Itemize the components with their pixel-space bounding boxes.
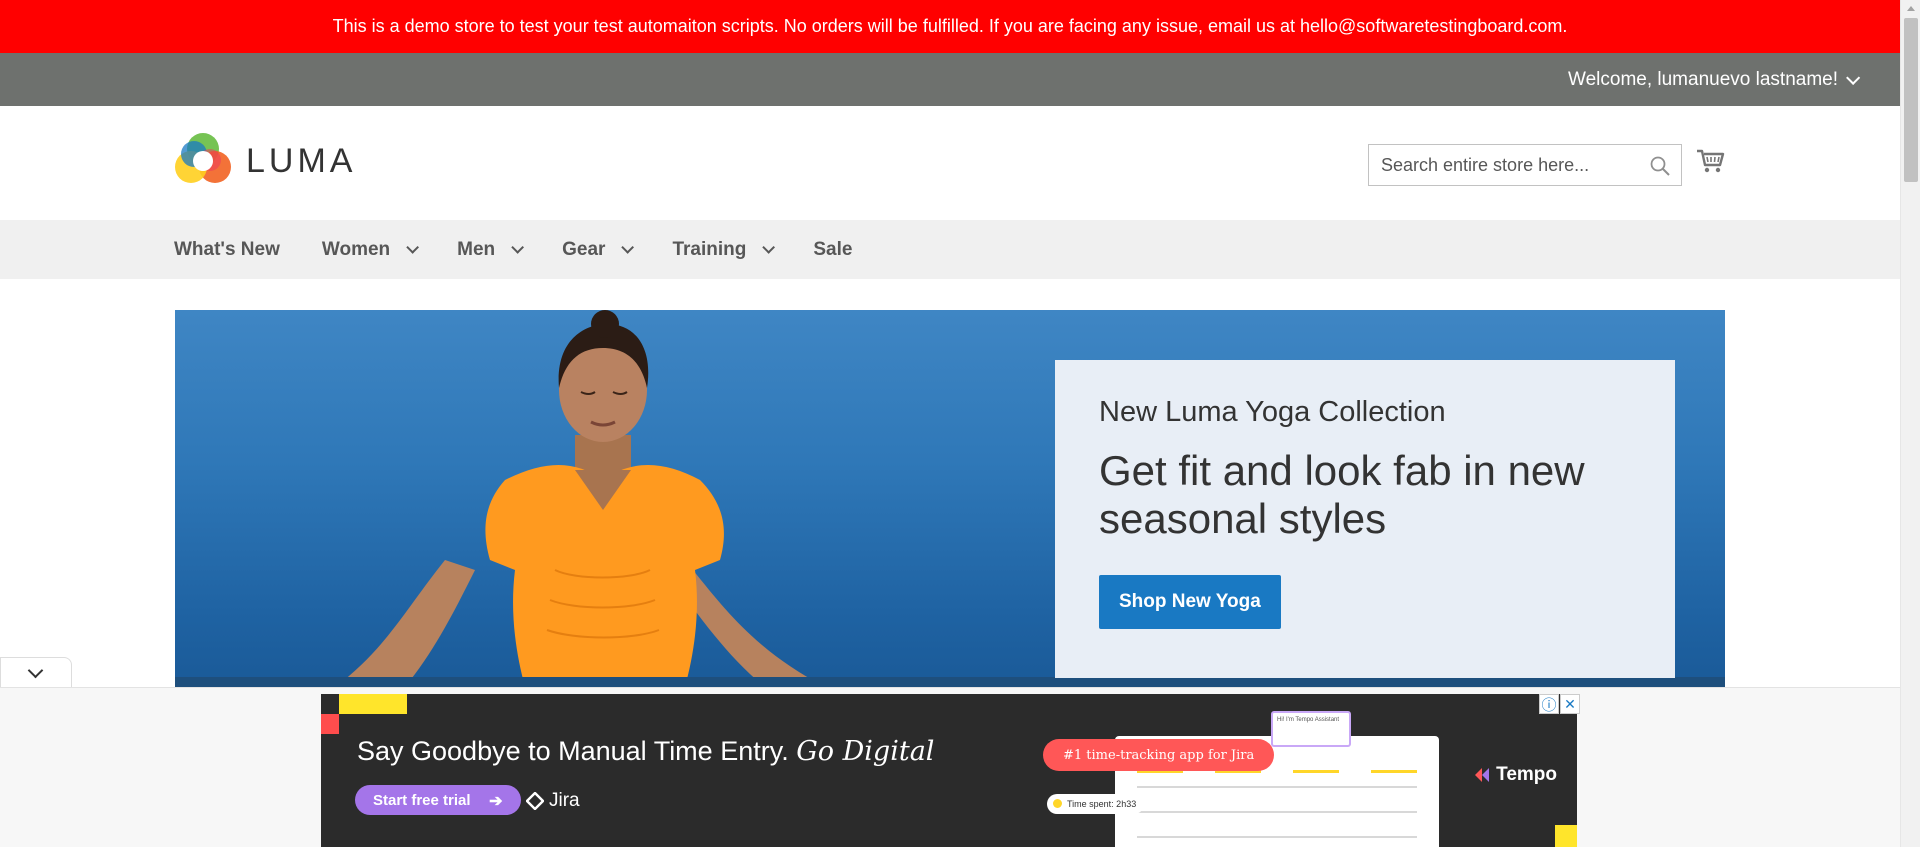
nav-item-men[interactable]: Men: [457, 238, 525, 261]
nav-label: Sale: [813, 238, 853, 260]
ad-popup-text: Hi! I'm Tempo Assistant: [1277, 717, 1340, 723]
page-scrollbar[interactable]: [1900, 0, 1920, 847]
ad-decoration: [1555, 825, 1577, 847]
chevron-down-icon: [406, 241, 420, 254]
yoga-model-image: [335, 310, 825, 687]
nav-item-training[interactable]: Training: [672, 238, 776, 261]
nav-list: What's New Women Men Gear Training Sale: [174, 220, 894, 279]
panel-header: Welcome, lumanuevo lastname!: [0, 53, 1900, 106]
jira-logo: Jira: [526, 790, 580, 812]
chevron-down-icon: [621, 241, 635, 254]
search-input[interactable]: [1369, 154, 1639, 176]
main-navigation: What's New Women Men Gear Training Sale: [0, 220, 1900, 279]
nav-label: Men: [457, 238, 496, 260]
nav-label: Training: [672, 238, 747, 260]
hero-subtitle: New Luma Yoga Collection: [1099, 396, 1446, 428]
ad-screen-row: [1137, 786, 1417, 788]
scroll-up-arrow-icon[interactable]: [1901, 0, 1920, 16]
ad-info-icon[interactable]: ⓘ: [1539, 694, 1559, 714]
ad-headline-text: Say Goodbye to Manual Time Entry.: [357, 736, 789, 766]
jira-icon: [526, 792, 544, 810]
search-box: [1368, 144, 1682, 186]
tempo-text: Tempo: [1496, 764, 1557, 785]
ad-assistant-popup: Hi! I'm Tempo Assistant: [1271, 711, 1351, 747]
ad-collapse-toggle[interactable]: [0, 657, 72, 687]
jira-text: Jira: [549, 790, 580, 811]
scrollbar-thumb[interactable]: [1904, 18, 1918, 182]
ad-timer-text: Time spent: 2h33: [1067, 799, 1137, 809]
shop-new-yoga-button[interactable]: Shop New Yoga: [1099, 575, 1281, 629]
ad-headline-emphasis: Go Digital: [796, 736, 935, 767]
luma-logo-link[interactable]: LUMA: [174, 132, 356, 190]
nav-label: Women: [321, 238, 391, 260]
demo-notice-text: This is a demo store to test your test a…: [332, 16, 1568, 36]
ad-screen-row: [1137, 836, 1417, 838]
header-content: LUMA: [0, 106, 1900, 220]
shopping-cart-icon[interactable]: [1696, 146, 1726, 176]
hero-promo-card: New Luma Yoga Collection Get fit and loo…: [1055, 360, 1675, 678]
luma-logo-icon: [175, 133, 231, 183]
welcome-text: Welcome, lumanuevo lastname!: [1568, 68, 1838, 90]
nav-label: Gear: [562, 238, 606, 260]
ad-headline: Say Goodbye to Manual Time Entry. Go Dig…: [357, 736, 934, 767]
search-icon[interactable]: [1649, 155, 1671, 177]
hero-banner[interactable]: New Luma Yoga Collection Get fit and loo…: [175, 310, 1725, 687]
ad-screen-bar: [1371, 770, 1417, 773]
customer-welcome-menu[interactable]: Welcome, lumanuevo lastname!: [1568, 53, 1861, 106]
sea-horizon: [175, 677, 1725, 687]
chevron-down-icon: [1846, 70, 1861, 85]
ad-decoration: [339, 694, 407, 714]
ad-badge-text: #1 time-tracking app for Jira: [1063, 747, 1255, 763]
logo-text: LUMA: [246, 141, 357, 180]
ad-decoration: [321, 714, 339, 734]
ad-cta-label: Start free trial: [373, 791, 471, 809]
chevron-down-icon: [762, 241, 776, 254]
ad-close-icon[interactable]: ✕: [1560, 694, 1580, 714]
demo-store-notice: This is a demo store to test your test a…: [0, 0, 1900, 53]
hero-title: Get fit and look fab in new seasonal sty…: [1099, 447, 1585, 542]
ad-badge: #1 time-tracking app for Jira: [1043, 739, 1275, 771]
nav-item-gear[interactable]: Gear: [562, 238, 635, 261]
tempo-logo: Tempo: [1472, 764, 1557, 786]
ad-start-trial-button[interactable]: Start free trial ➔: [355, 785, 521, 815]
chevron-down-icon: [511, 241, 525, 254]
nav-item-whats-new[interactable]: What's New: [174, 239, 280, 261]
tempo-icon: [1475, 768, 1490, 782]
info-icon-glyph: ⓘ: [1541, 696, 1557, 714]
chevron-down-icon: [27, 662, 44, 679]
close-icon-glyph: ✕: [1564, 695, 1576, 712]
arrow-right-icon: ➔: [489, 793, 503, 810]
ad-screen-row: [1137, 811, 1417, 813]
nav-item-sale[interactable]: Sale: [813, 239, 852, 261]
ad-screen-bar: [1293, 770, 1339, 773]
nav-item-women[interactable]: Women: [321, 238, 420, 261]
nav-label: What's New: [174, 238, 280, 260]
advertisement-banner[interactable]: Say Goodbye to Manual Time Entry. Go Dig…: [321, 694, 1577, 847]
ad-timer-chip: Time spent: 2h33: [1047, 794, 1145, 814]
